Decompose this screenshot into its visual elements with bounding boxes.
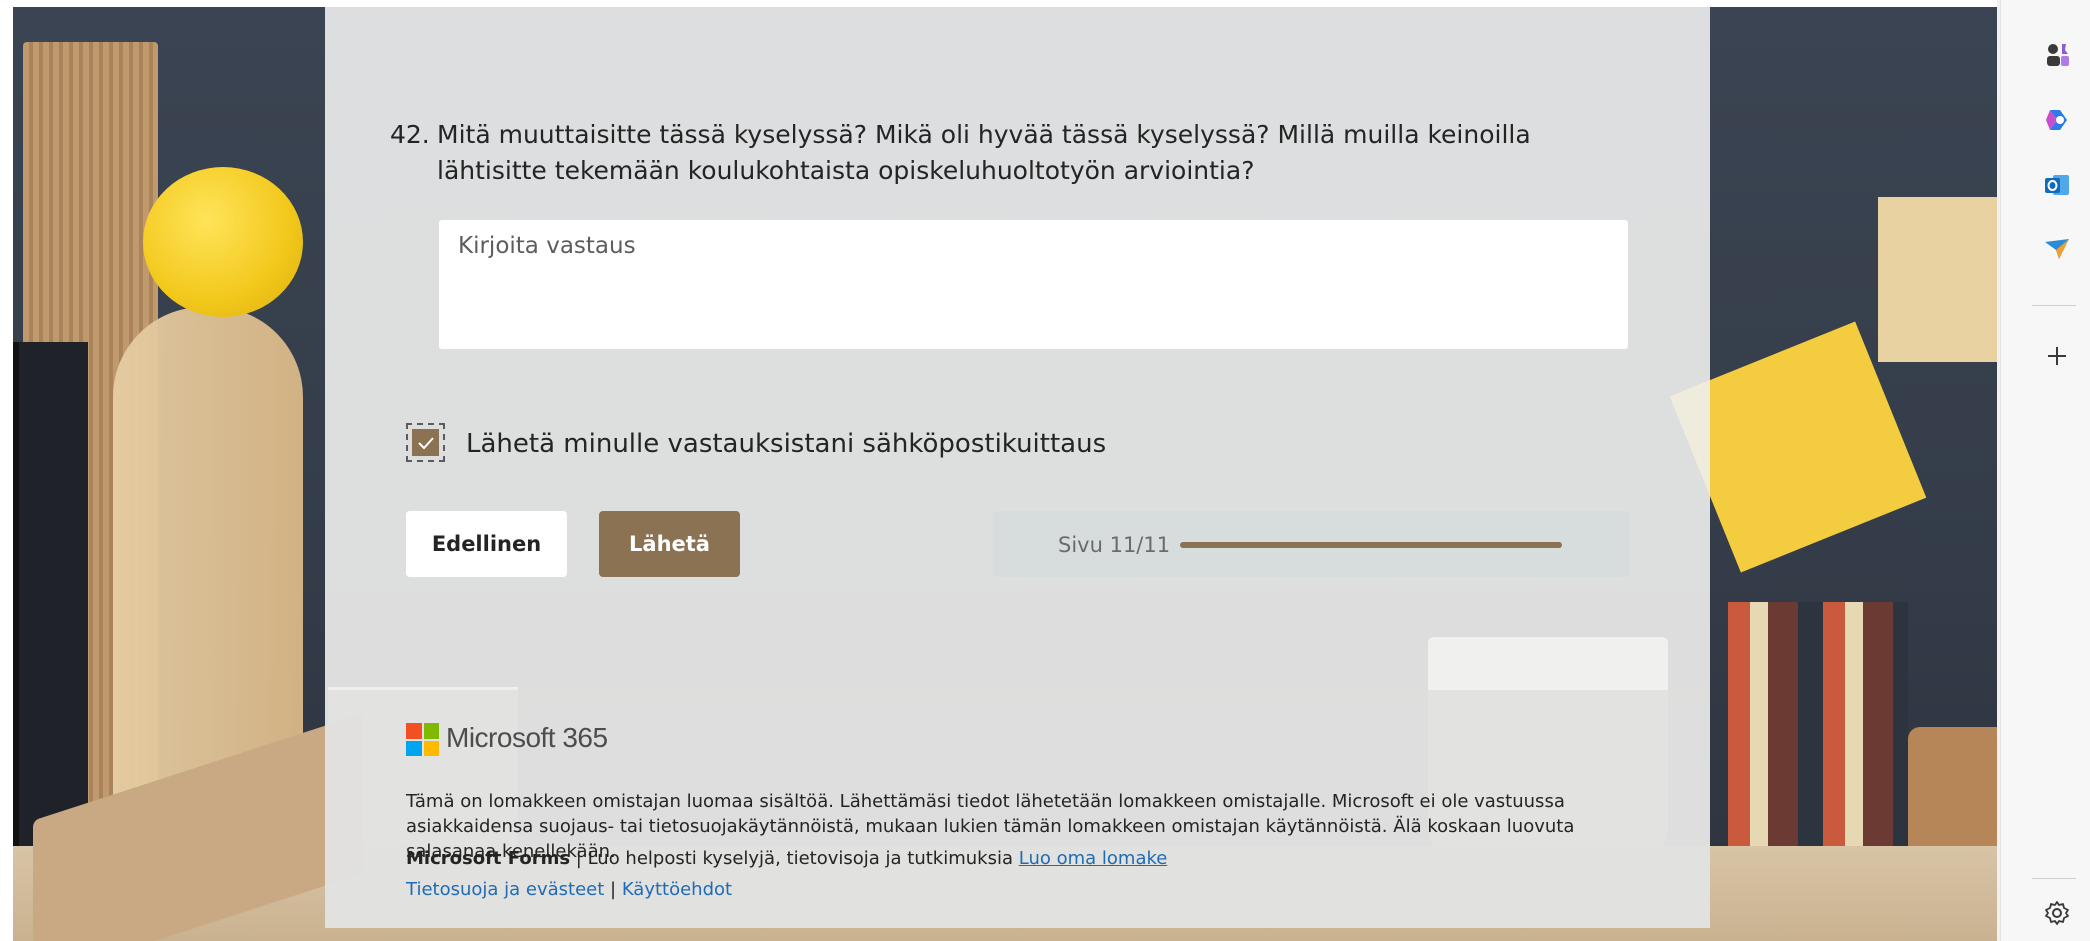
send-icon[interactable] [2040, 232, 2074, 266]
answer-input[interactable] [438, 219, 1629, 350]
add-icon[interactable] [2040, 339, 2074, 373]
checkmark-icon [412, 429, 439, 456]
forms-promo-line: Microsoft Forms | Luo helposti kyselyjä,… [406, 846, 1167, 872]
gear-icon[interactable] [2040, 896, 2074, 930]
chess-icon[interactable] [2040, 38, 2074, 72]
page-indicator: Sivu 11/11 [1058, 533, 1171, 557]
browser-sidebar [2000, 0, 2090, 941]
sidebar-divider [2032, 878, 2076, 879]
progress-bar [1180, 542, 1562, 548]
legal-links: Tietosuoja ja evästeet | Käyttöehdot [406, 877, 732, 903]
sidebar-divider [2032, 305, 2076, 306]
microsoft-logo-icon [406, 723, 439, 756]
receipt-checkbox-label[interactable]: Lähetä minulle vastauksistani sähköposti… [466, 426, 1106, 462]
background-yarn-ball [143, 167, 303, 317]
outlook-icon[interactable] [2040, 168, 2074, 202]
background-notebook [13, 342, 88, 852]
copilot-icon[interactable] [2040, 103, 2074, 137]
forms-tagline: Luo helposti kyselyjä, tietovisoja ja tu… [587, 848, 1014, 869]
previous-button[interactable]: Edellinen [406, 511, 567, 577]
brand-name: Microsoft 365 [446, 722, 608, 753]
privacy-link[interactable]: Tietosuoja ja evästeet [406, 879, 604, 900]
receipt-checkbox[interactable] [406, 423, 445, 462]
background-sticky-note [1878, 197, 1997, 362]
question-number: 42. [390, 120, 430, 149]
create-form-link[interactable]: Luo oma lomake [1019, 848, 1168, 869]
separator: | [570, 848, 588, 869]
progress-bar-fill [1180, 542, 1562, 548]
separator: | [604, 879, 622, 900]
question-title: Mitä muuttaisitte tässä kyselyssä? Mikä … [437, 120, 1531, 185]
terms-link[interactable]: Käyttöehdot [622, 879, 732, 900]
forms-product-name: Microsoft Forms [406, 848, 571, 869]
submit-button[interactable]: Lähetä [599, 511, 740, 577]
background-books [1728, 602, 1908, 862]
